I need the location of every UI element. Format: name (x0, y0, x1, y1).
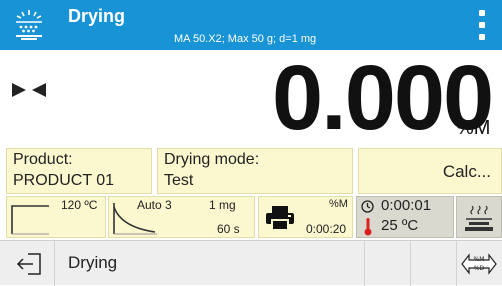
exit-icon[interactable] (16, 252, 42, 281)
unit-switch-icon[interactable]: %M %D (461, 250, 497, 283)
drying-profile-field[interactable]: 120 ºC (6, 196, 106, 238)
printer-icon (265, 205, 295, 236)
chamber-temperature: 25 ºC (381, 217, 419, 234)
drying-mode-label: Drying mode: (164, 151, 260, 168)
bottom-toolbar: Drying %M %D (0, 240, 502, 286)
product-field[interactable]: Product: PRODUCT 01 (6, 148, 152, 194)
product-label: Product: (13, 151, 73, 168)
temperature-value: 120 ºC (61, 198, 98, 212)
product-value: PRODUCT 01 (13, 172, 115, 189)
svg-text:%D: %D (474, 265, 485, 272)
calc-label: Calc... (442, 162, 491, 181)
page-title: Drying (68, 6, 126, 26)
more-vertical-icon[interactable] (474, 10, 490, 42)
drying-program-icon[interactable] (12, 8, 46, 42)
drying-mode-value: Test (164, 172, 194, 189)
finish-mode-field[interactable]: Auto 3 1 mg 60 s (108, 196, 255, 238)
heating-scale-button[interactable] (456, 196, 502, 238)
weight-unit: %M (456, 117, 491, 139)
svg-text:%M: %M (474, 256, 485, 263)
heating-profile-icon (11, 203, 51, 240)
finish-mode-value: Auto 3 (137, 198, 172, 212)
finish-mass-value: 1 mg (209, 198, 236, 212)
calc-button[interactable]: Calc... (358, 148, 502, 194)
elapsed-time: 0:00:01 (381, 197, 432, 214)
print-interval: 0:00:20 (306, 222, 347, 236)
drying-mode-field[interactable]: Drying mode: Test (157, 148, 353, 194)
thermometer-icon (364, 218, 372, 241)
print-unit: %M (329, 198, 348, 210)
finish-time-value: 60 s (217, 222, 240, 236)
clock-icon (361, 200, 374, 218)
heating-scale-icon (463, 203, 495, 238)
status-field: 0:00:01 25 ºC (356, 196, 454, 238)
stability-marker-icon (12, 83, 46, 97)
device-info: MA 50.X2; Max 50 g; d=1 mg (174, 33, 317, 45)
toolbar-label: Drying (68, 253, 118, 272)
printout-field[interactable]: %M 0:00:20 (258, 196, 353, 238)
title-bar: Drying MA 50.X2; Max 50 g; d=1 mg (0, 0, 502, 50)
